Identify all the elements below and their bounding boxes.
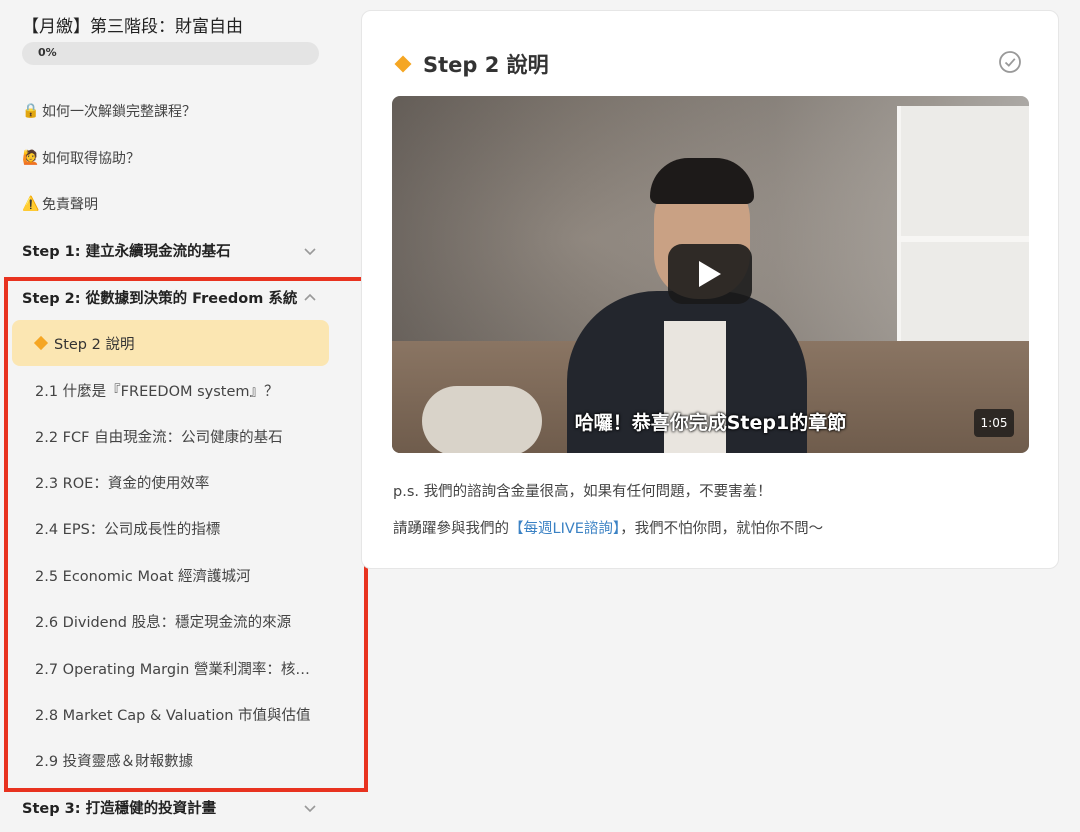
sidebar-link-help[interactable]: 🙋 如何取得協助？ [22, 148, 140, 168]
progress-bar: 0% [22, 42, 319, 65]
lesson-title: Step 2 說明 [393, 49, 549, 79]
progress-label: 0% [38, 46, 57, 59]
sidebar-link-label: 如何取得協助？ [42, 151, 140, 167]
lesson-title-text: Step 2 說明 [423, 53, 549, 77]
video-player[interactable]: 哈囉！恭喜你完成Step1的章節 1:05 [392, 96, 1029, 453]
live-consult-link[interactable]: 【每週LIVE諮詢】 [509, 521, 620, 537]
sidebar-link-label: 免責聲明 [42, 197, 98, 213]
step-1-header[interactable]: Step 1: 建立永續現金流的基石 [22, 240, 318, 261]
live-consult-text-before: 請踴躍參與我們的 [393, 521, 509, 537]
chevron-down-icon [302, 800, 318, 816]
play-button[interactable] [668, 244, 752, 304]
video-person-hair [650, 158, 754, 204]
complete-check-icon[interactable] [998, 50, 1022, 74]
sidebar-link-disclaimer[interactable]: ⚠️ 免責聲明 [22, 194, 98, 214]
raised-hand-icon: 🙋 [22, 150, 40, 166]
step-1-label: Step 1: 建立永續現金流的基石 [22, 244, 231, 260]
step-3-label: Step 3: 打造穩健的投資計畫 [22, 801, 217, 817]
highlight-annotation-box [4, 277, 368, 792]
lock-icon: 🔒 [22, 103, 40, 119]
video-duration: 1:05 [974, 409, 1014, 437]
step-3-header[interactable]: Step 3: 打造穩健的投資計畫 [22, 797, 318, 818]
lesson-content-card: Step 2 說明 哈囉！恭喜你完成Step1的章節 1:05 p.s. 我們的… [361, 10, 1059, 569]
warning-icon: ⚠️ [22, 196, 40, 212]
course-title: 【月繳】第三階段：財富自由 [22, 17, 243, 37]
diamond-icon [394, 55, 412, 73]
play-icon [699, 261, 721, 287]
sidebar-link-unlock[interactable]: 🔒 如何一次解鎖完整課程？ [22, 101, 196, 121]
live-consult-paragraph: 請踴躍參與我們的【每週LIVE諮詢】，我們不怕你問，就怕你不問～ [393, 517, 823, 538]
chevron-down-icon [302, 243, 318, 259]
sidebar-link-label: 如何一次解鎖完整課程？ [42, 104, 196, 120]
live-consult-text-after: ，我們不怕你問，就怕你不問～ [620, 521, 824, 537]
video-shelf-board [897, 236, 1029, 242]
note-paragraph: p.s. 我們的諮詢含金量很高，如果有任何問題，不要害羞！ [393, 484, 772, 500]
video-subtitle: 哈囉！恭喜你完成Step1的章節 [574, 412, 847, 434]
